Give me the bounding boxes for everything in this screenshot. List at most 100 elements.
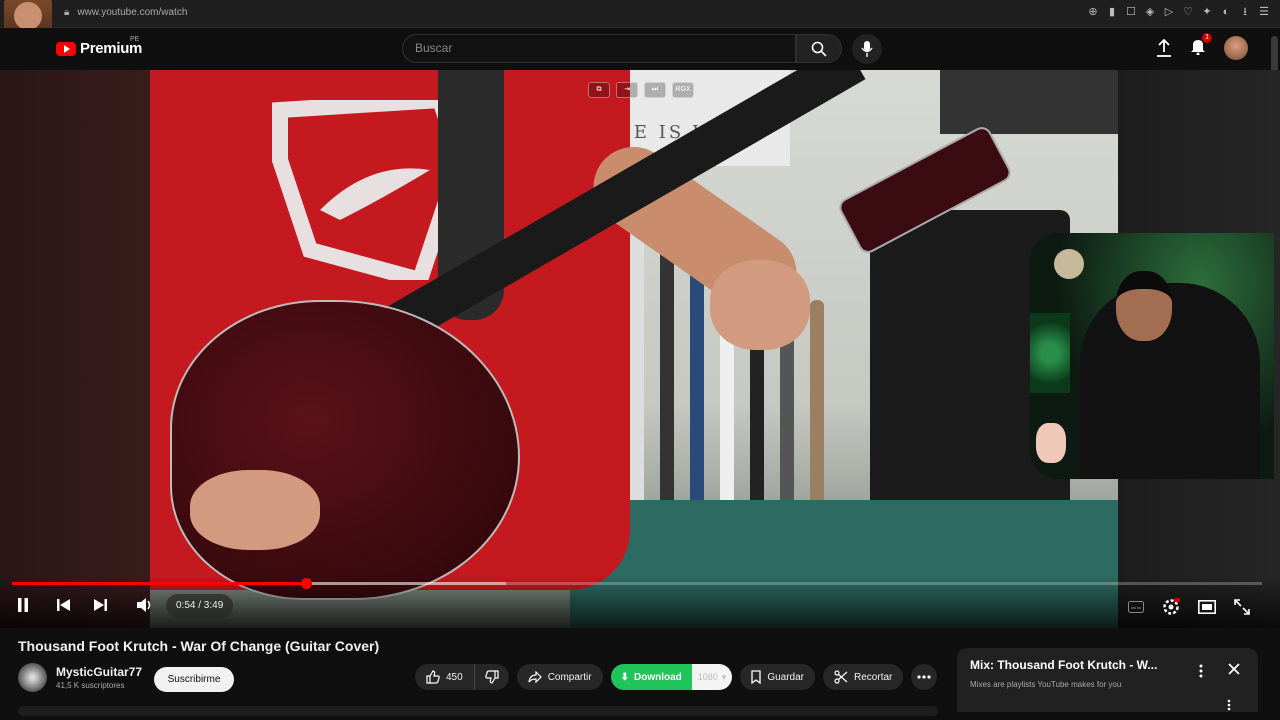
volume-button[interactable] — [136, 598, 154, 612]
search-button[interactable] — [796, 34, 842, 63]
like-dislike-group: 450 — [415, 664, 509, 690]
fullscreen-icon[interactable] — [1234, 599, 1250, 615]
wall-poster — [940, 70, 1118, 134]
search-input[interactable]: Buscar — [402, 34, 796, 63]
video-frame[interactable]: E IS WAR ⧉ ⇥ ⏭ RGX — [150, 70, 1118, 628]
skip-icon[interactable]: ⏭ — [644, 82, 666, 98]
christmas-tree — [1030, 313, 1070, 393]
played-bar — [12, 582, 306, 585]
download-control: ⬇ Download 1080 ▾ — [610, 664, 733, 690]
youtube-play-logo-icon — [56, 41, 76, 56]
more-icon — [917, 675, 931, 679]
pause-icon — [18, 598, 28, 612]
fretting-hand — [710, 260, 810, 350]
heart-icon[interactable]: ♡ — [1182, 6, 1194, 18]
description-box-edge[interactable] — [18, 706, 938, 716]
like-button[interactable]: 450 — [415, 664, 475, 690]
channel-name[interactable]: MysticGuitar77 — [56, 665, 142, 679]
mix-playlist-panel[interactable]: Mix: Thousand Foot Krutch - W... Mixes a… — [957, 648, 1258, 712]
download-button[interactable]: ⬇ Download — [610, 664, 692, 690]
mix-close-button[interactable] — [1227, 662, 1241, 681]
download-icon[interactable]: ⭳ — [1239, 6, 1251, 18]
share-button[interactable]: Compartir — [516, 664, 603, 690]
mix-menu-button[interactable] — [1199, 664, 1203, 683]
scrubber-handle[interactable] — [300, 578, 312, 589]
next-button[interactable] — [93, 598, 107, 612]
lock-icon: 🔒︎ — [64, 7, 70, 18]
download-label: Download — [633, 671, 682, 683]
youtube-logo[interactable]: Premium PE — [56, 36, 142, 57]
mix-expand-button[interactable] — [1227, 698, 1231, 716]
kebab-icon — [1199, 664, 1203, 678]
mix-title[interactable]: Mix: Thousand Foot Krutch - W... — [970, 658, 1157, 672]
user-avatar[interactable] — [1224, 36, 1248, 60]
save-button[interactable]: Guardar — [740, 664, 816, 690]
subtitles-icon[interactable] — [1128, 601, 1144, 613]
bookmark-icon[interactable]: ☐ — [1125, 6, 1137, 18]
streamer-facecam — [1030, 233, 1274, 479]
notifications-badge: 1 — [1202, 32, 1212, 43]
more-actions-button[interactable] — [911, 664, 938, 690]
extension-icons: ⊕ ▮ ☐ ◈ ▷ ♡ ✦ ◐ ⭳ ☰ — [1087, 6, 1270, 18]
thumbs-up-icon — [426, 670, 440, 684]
voice-search-button[interactable] — [852, 34, 882, 64]
clip-label: Recortar — [854, 671, 893, 683]
close-icon — [1228, 663, 1240, 675]
account-icon[interactable]: ◐ — [1220, 6, 1232, 18]
header-actions: 1 — [1156, 32, 1248, 60]
theater-mode-icon[interactable] — [1198, 600, 1216, 614]
pin-icon[interactable]: ▮ — [1106, 6, 1118, 18]
scissors-icon — [834, 670, 848, 684]
chevron-down-icon: ▾ — [721, 671, 727, 682]
time-display: 0:54 / 3:49 — [166, 594, 234, 618]
streamer-head — [1116, 271, 1172, 341]
login-icon[interactable]: ⇥ — [616, 82, 638, 98]
channel-info: MysticGuitar77 41,5 K suscriptores — [18, 663, 142, 692]
share-label: Compartir — [547, 671, 592, 683]
picking-hand — [190, 470, 320, 550]
subscribe-button[interactable]: Suscribirme — [154, 667, 234, 692]
mic-icon — [861, 41, 873, 57]
video-player[interactable]: E IS WAR ⧉ ⇥ ⏭ RGX — [0, 70, 1280, 628]
previous-icon — [57, 599, 70, 611]
ambient-left — [0, 70, 150, 628]
upload-icon[interactable] — [1156, 39, 1172, 57]
play-ext-icon[interactable]: ▷ — [1163, 6, 1175, 18]
browser-toolbar: 🔒︎ www.youtube.com/watch ⊕ ▮ ☐ ◈ ▷ ♡ ✦ ◐… — [0, 0, 1280, 28]
save-label: Guardar — [767, 671, 805, 683]
channel-subscribers: 41,5 K suscriptores — [56, 681, 125, 690]
download-quality: 1080 — [697, 672, 718, 682]
streamer-face — [14, 2, 42, 30]
kebab-icon — [1227, 699, 1231, 711]
settings-icon[interactable] — [1162, 598, 1180, 616]
pause-button[interactable] — [17, 598, 29, 612]
url-text: www.youtube.com/watch — [77, 7, 188, 18]
region-code: PE — [130, 36, 140, 43]
address-bar[interactable]: 🔒︎ www.youtube.com/watch — [64, 7, 187, 18]
volume-icon — [137, 598, 151, 612]
share-icon — [528, 671, 542, 683]
notifications-button[interactable]: 1 — [1190, 32, 1212, 60]
like-count: 450 — [446, 671, 463, 683]
clip-button[interactable]: Recortar — [823, 664, 904, 690]
dislike-button[interactable] — [475, 664, 509, 690]
overlay-buttons: ⧉ ⇥ ⏭ RGX — [588, 82, 694, 98]
shield-icon[interactable]: ◈ — [1144, 6, 1156, 18]
youtube-header: Premium PE Buscar 1 — [0, 28, 1280, 70]
video-title: Thousand Foot Krutch - War Of Change (Gu… — [18, 638, 380, 654]
next-icon — [94, 599, 107, 611]
thumbs-down-icon — [484, 670, 499, 684]
puzzle-icon[interactable]: ✦ — [1201, 6, 1213, 18]
menu-icon[interactable]: ☰ — [1258, 6, 1270, 18]
download-quality-select[interactable]: 1080 ▾ — [691, 664, 733, 690]
rgx-button[interactable]: RGX — [672, 82, 694, 98]
download-arrow-icon: ⬇ — [620, 671, 629, 683]
cartoon-sticker — [1036, 423, 1066, 463]
channel-avatar[interactable] — [18, 663, 47, 692]
popout-icon[interactable]: ⧉ — [588, 82, 610, 98]
zoom-icon[interactable]: ⊕ — [1087, 6, 1099, 18]
mix-subtitle: Mixes are playlists YouTube makes for yo… — [970, 680, 1122, 689]
player-controls-right — [1128, 598, 1250, 616]
progress-bar[interactable] — [12, 578, 1262, 589]
previous-button[interactable] — [57, 598, 71, 612]
